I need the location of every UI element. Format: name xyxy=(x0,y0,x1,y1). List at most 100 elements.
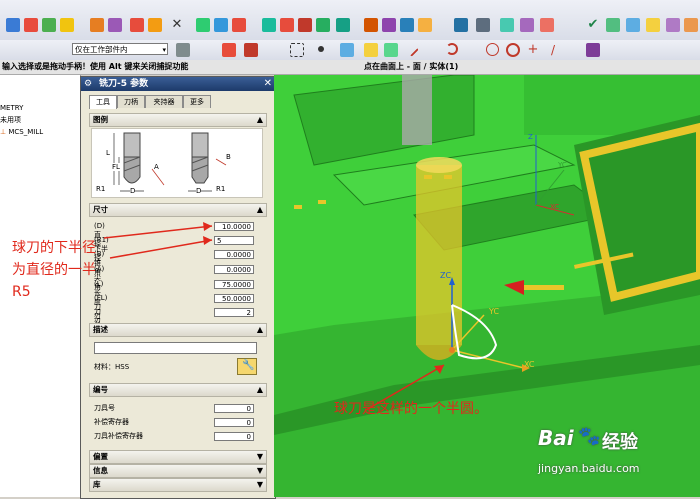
field-input-tip-angle[interactable]: 0.0000 xyxy=(214,265,254,274)
section-numbering[interactable]: 编号 ▲ xyxy=(89,383,267,397)
box-select-icon[interactable] xyxy=(90,18,104,32)
cross-icon[interactable]: + xyxy=(526,43,540,57)
tab-shank[interactable]: 刀柄 xyxy=(117,95,145,108)
field-input-tool-number[interactable]: 0 xyxy=(214,404,254,413)
output-icon[interactable] xyxy=(684,18,698,32)
tiger-icon[interactable] xyxy=(418,18,432,32)
tab-more[interactable]: 更多 xyxy=(183,95,211,108)
field-input-lower-radius[interactable]: 5 xyxy=(214,236,254,245)
csys-small-icon: ⊥ xyxy=(0,128,7,136)
chevron-up-icon: ▲ xyxy=(256,115,263,124)
center-icon[interactable] xyxy=(486,43,499,56)
field-input-comp-register[interactable]: 0 xyxy=(214,418,254,427)
postprocess-icon[interactable] xyxy=(646,18,660,32)
duplicate-icon[interactable] xyxy=(130,18,144,32)
gears-icon[interactable] xyxy=(176,43,190,57)
material-edit-button[interactable]: 🔧 xyxy=(237,358,257,375)
grid-icon[interactable] xyxy=(298,18,312,32)
pan-icon[interactable] xyxy=(540,18,554,32)
section-library[interactable]: 库 ▼ xyxy=(89,478,267,492)
chevron-up-icon: ▲ xyxy=(256,385,263,394)
diagram-label-l: L xyxy=(106,149,110,157)
blank-icon[interactable] xyxy=(364,18,378,32)
diagram-label-a: A xyxy=(154,163,159,171)
diagram-label-b: B xyxy=(226,153,231,161)
axis-icon[interactable] xyxy=(232,18,246,32)
shaded-cube-icon[interactable] xyxy=(60,18,74,32)
hide-icon[interactable] xyxy=(382,18,396,32)
cube-view-icon[interactable] xyxy=(6,18,20,32)
blue-cube-icon[interactable] xyxy=(454,18,468,32)
nav-item-mcs-mill[interactable]: ⊥ MCS_MILL xyxy=(0,127,80,138)
diagram-label-r1-right: R1 xyxy=(216,185,226,193)
mesh-grid-icon[interactable] xyxy=(586,43,600,57)
simulate-icon[interactable] xyxy=(626,18,640,32)
field-label-tool-number: 刀具号 xyxy=(94,404,115,412)
axis-label-zc: ZC xyxy=(440,271,452,280)
verify-icon[interactable] xyxy=(606,18,620,32)
sketch-icon[interactable] xyxy=(280,18,294,32)
watermark-brand-post: 经验 xyxy=(602,432,638,453)
shop-doc-icon[interactable] xyxy=(666,18,680,32)
measure-icon[interactable] xyxy=(500,18,514,32)
status-bar: 输入选择或是拖动手柄！使用 Alt 键来关闭捕捉功能 点在曲面上 - 面 / 实… xyxy=(0,60,700,75)
section-offset[interactable]: 偏置 ▼ xyxy=(89,450,267,464)
chevron-down-icon: ▼ xyxy=(256,466,263,475)
snap-grid-icon[interactable] xyxy=(364,43,378,57)
section-diagram[interactable]: 图例 ▲ xyxy=(89,113,267,127)
filter-select[interactable]: 仅在工作部件内 ▾ xyxy=(72,43,168,55)
layer-icon[interactable] xyxy=(336,18,350,32)
close-icon[interactable]: ✕ xyxy=(170,18,184,32)
field-input-tool-comp-register[interactable]: 0 xyxy=(214,432,254,441)
field-input-flute-length[interactable]: 50.0000 xyxy=(214,294,254,303)
field-input-taper-angle[interactable]: 0.0000 xyxy=(214,250,254,259)
solid-body-icon[interactable] xyxy=(340,43,354,57)
circle-icon[interactable] xyxy=(506,43,520,57)
check-icon[interactable]: ✔ xyxy=(586,18,600,32)
wire-frame-icon[interactable] xyxy=(476,18,490,32)
tab-tool[interactable]: 工具 xyxy=(89,95,117,109)
paste-cube-icon[interactable] xyxy=(148,18,162,32)
nav-item-unused[interactable]: 未用项 xyxy=(0,115,80,126)
wrench-icon: 🔧 xyxy=(242,360,255,371)
tool-diagram: L FL A R1 D B R1 D xyxy=(91,128,263,198)
description-input[interactable] xyxy=(94,342,257,354)
annotation-line1: 球刀的下半径 xyxy=(12,240,96,256)
section-view-icon[interactable] xyxy=(42,18,56,32)
section-dimensions[interactable]: 尺寸 ▲ xyxy=(89,203,267,217)
show-icon[interactable] xyxy=(400,18,414,32)
tab-holder[interactable]: 夹持器 xyxy=(145,95,183,108)
dialog-title-bar: ⚙ 铣刀-5 参数 ✕ xyxy=(81,77,275,91)
snap-point-icon[interactable] xyxy=(222,43,236,57)
dot-icon[interactable] xyxy=(318,46,324,52)
chevron-up-icon: ▲ xyxy=(256,205,263,214)
annotation-bottom: 球刀是这样的一个半圆。 xyxy=(334,401,488,417)
diagram-label-r1-left: R1 xyxy=(96,185,106,193)
section-description[interactable]: 描述 ▲ xyxy=(89,323,267,337)
rotate-icon[interactable] xyxy=(520,18,534,32)
line-icon[interactable] xyxy=(403,41,419,57)
gear-icon: ⚙ xyxy=(84,79,93,89)
annotation-line3: R5 xyxy=(12,284,31,300)
plane-icon[interactable] xyxy=(262,18,276,32)
copy-cube-icon[interactable] xyxy=(108,18,122,32)
chevron-up-icon: ▲ xyxy=(256,325,263,334)
cube-wire-icon[interactable] xyxy=(24,18,38,32)
rect-select-icon[interactable] xyxy=(290,43,304,57)
field-input-diameter[interactable]: 10.0000 xyxy=(214,222,254,231)
endpoint-icon[interactable] xyxy=(384,43,398,57)
point-icon[interactable] xyxy=(214,18,228,32)
field-input-flutes[interactable]: 2 xyxy=(214,308,254,317)
curve-icon[interactable] xyxy=(446,43,458,55)
field-input-length[interactable]: 75.0000 xyxy=(214,280,254,289)
slash-icon[interactable]: / xyxy=(546,43,560,57)
mesh-icon[interactable] xyxy=(316,18,330,32)
move-handle-icon[interactable] xyxy=(244,43,258,57)
close-icon[interactable]: ✕ xyxy=(264,77,272,91)
axis-label-xc: XC xyxy=(524,360,535,369)
section-info[interactable]: 信息 ▼ xyxy=(89,464,267,478)
diagram-label-d-left: D xyxy=(130,187,136,195)
status-right-hint: 点在曲面上 - 面 / 实体(1) xyxy=(364,62,459,71)
nav-item-geometry[interactable]: METRY xyxy=(0,103,80,114)
csys-icon[interactable] xyxy=(196,18,210,32)
